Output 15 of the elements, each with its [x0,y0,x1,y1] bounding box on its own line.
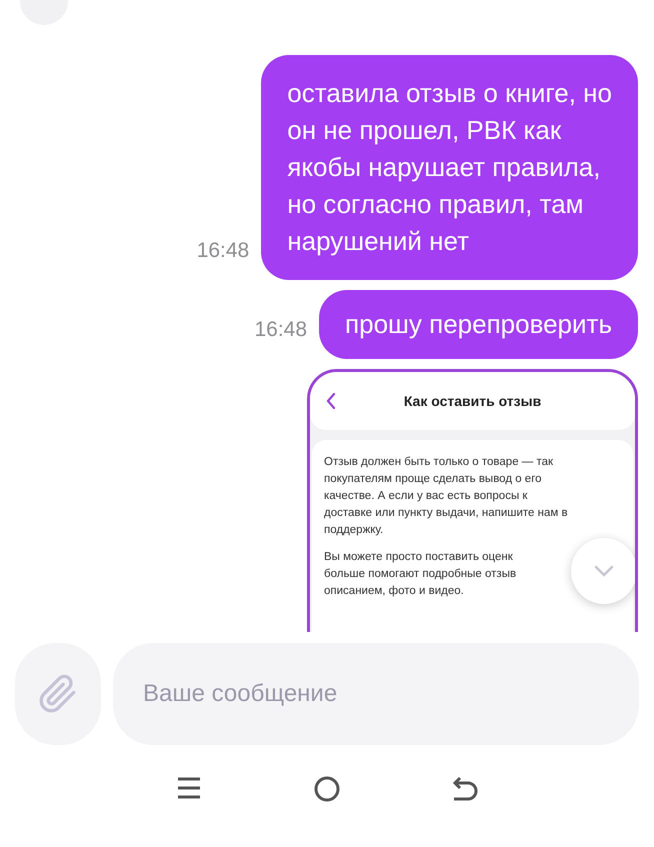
message-time: 16:48 [196,238,250,264]
message-input[interactable]: Ваше сообщение [113,643,639,745]
info-paragraph: Отзыв должен быть только о товаре — так покупателям проще сделать вывод о его качестве. А если у вас есть вопросы к доставке или пункту выдачи, напишите нам в поддержку. [324,455,568,538]
message-time: 16:48 [254,316,308,342]
back-icon [326,392,336,410]
paperclip-icon [38,674,78,714]
menu-icon[interactable] [176,775,202,801]
screenshot-title: Как оставить отзыв [404,392,542,410]
back-icon[interactable] [452,775,478,801]
info-paragraph: Вы можете просто поставить оценк больше помогают подробные отзыв описанием, фото и видео. [324,550,516,599]
screenshot-frame[interactable] [307,369,638,632]
chevron-down-icon [594,565,614,577]
message-bubble: прошу перепроверить [319,290,638,359]
home-icon[interactable] [312,775,341,803]
message-bubble: оставила отзыв о книге, но он не прошел, РВК как якобы нарушает правила, но согласно правил, там нарушений нет [261,55,638,280]
